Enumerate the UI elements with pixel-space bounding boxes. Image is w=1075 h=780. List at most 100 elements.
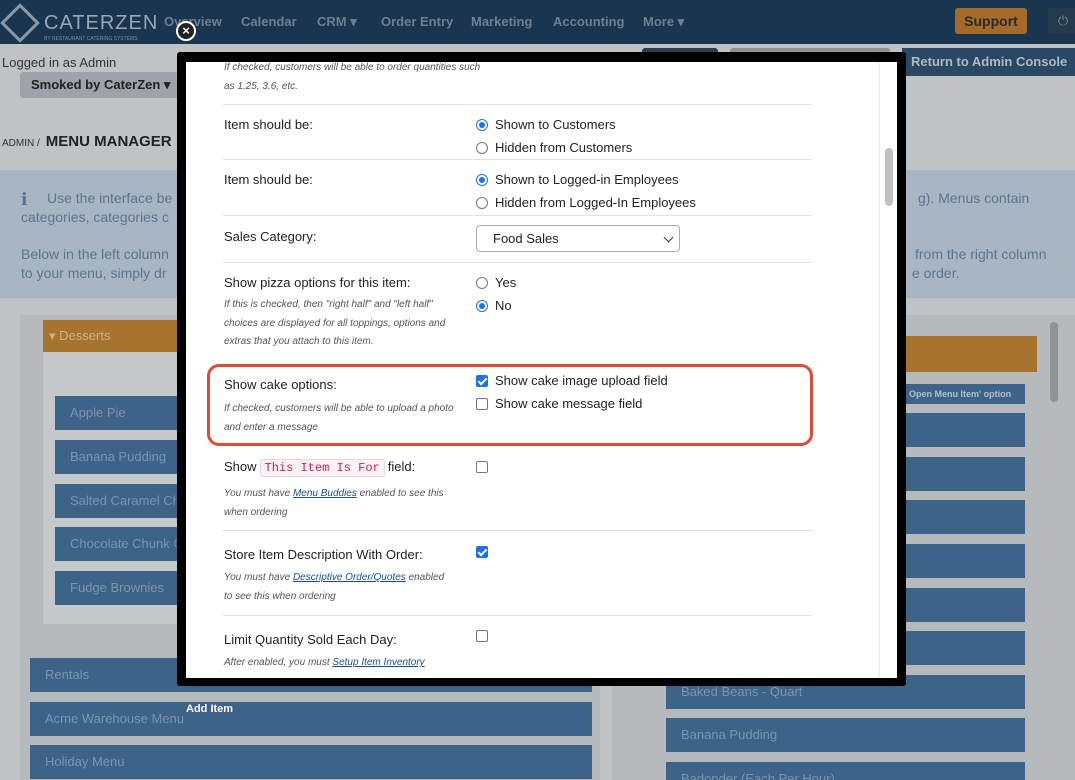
label-text: field: — [387, 459, 416, 474]
pizza-options-row: Show pizza options for this item: If thi… — [223, 263, 813, 357]
highlight-annotation — [207, 364, 813, 446]
field-label: Item should be: — [224, 117, 313, 132]
info-line: e order. — [912, 265, 960, 281]
hidden-from-customers-radio[interactable]: Hidden from Customers — [476, 140, 632, 155]
help-part: After enabled, you must — [224, 657, 330, 668]
item-row[interactable] — [905, 544, 1025, 578]
code-tag: This Item Is For — [259, 459, 385, 477]
label-text: Show — [224, 459, 257, 474]
info-line: to your menu, simply dr — [21, 265, 167, 281]
shown-to-customers-radio[interactable]: Shown to Customers — [476, 117, 616, 132]
checkbox-checked[interactable] — [476, 546, 488, 558]
limit-quantity-checkbox[interactable] — [476, 630, 495, 642]
field-label: Store Item Description With Order: — [224, 547, 423, 562]
logo-diamond-icon — [0, 3, 40, 43]
radio-selected[interactable] — [476, 118, 488, 131]
descriptive-order-link[interactable]: Descriptive Order/Quotes — [293, 572, 406, 583]
item-row[interactable] — [905, 588, 1025, 622]
logo-subtitle: BY RESTAURANT CATERING SYSTEMS — [44, 36, 138, 42]
field-label: Limit Quantity Sold Each Day: — [224, 632, 397, 647]
info-line: categories, categories c — [21, 209, 169, 225]
menu-item[interactable]: Fudge Brownies — [55, 571, 195, 605]
menu-item[interactable]: Banana Pudding — [55, 440, 195, 474]
radio-unselected[interactable] — [476, 141, 488, 154]
category-desserts[interactable]: ▾ Desserts — [43, 320, 193, 352]
return-admin-button[interactable]: Return to Admin Console — [902, 48, 1075, 76]
field-label: Item should be: — [224, 172, 313, 187]
breadcrumb-admin[interactable]: ADMIN / — [2, 138, 40, 149]
this-item-is-for-checkbox[interactable] — [476, 461, 495, 473]
help-part: You must have — [224, 572, 291, 583]
item-row[interactable] — [905, 500, 1025, 534]
brand-dropdown[interactable]: Smoked by CaterZen ▾ — [20, 72, 178, 98]
radio-label: Shown to Customers — [495, 117, 616, 132]
help-text: You must have Descriptive Order/Quotes e… — [224, 569, 454, 606]
checkbox-unchecked[interactable] — [476, 630, 488, 642]
nav-marketing[interactable]: Marketing — [471, 14, 532, 29]
help-part: You must have — [224, 488, 291, 499]
top-navbar: CATERZEN BY RESTAURANT CATERING SYSTEMS … — [0, 0, 1075, 44]
radio-label: Hidden from Logged-In Employees — [495, 195, 696, 210]
modal-title: Add Item — [186, 703, 234, 715]
power-icon[interactable]: ⏻ — [1048, 8, 1075, 34]
menu-item[interactable]: Salted Caramel Ch — [55, 484, 195, 518]
field-label: Show This Item Is For field: — [224, 459, 416, 477]
radio-unselected[interactable] — [476, 276, 488, 289]
nav-calendar[interactable]: Calendar — [241, 14, 297, 29]
radio-selected[interactable] — [476, 299, 488, 312]
radio-unselected[interactable] — [476, 196, 488, 209]
nav-more[interactable]: More ▾ — [643, 14, 684, 30]
shown-to-employees-radio[interactable]: Shown to Logged-in Employees — [476, 172, 679, 187]
customer-visibility-row: Item should be: Shown to Customers Hidde… — [223, 105, 813, 160]
nav-crm[interactable]: CRM ▾ — [317, 14, 357, 30]
hidden-from-employees-radio[interactable]: Hidden from Logged-In Employees — [476, 195, 696, 210]
checkbox-unchecked[interactable] — [476, 461, 488, 473]
info-icon: ℹ — [21, 190, 28, 209]
fractional-quantity-row: If checked, customers will be able to or… — [223, 62, 813, 105]
item-row[interactable] — [905, 413, 1025, 447]
radio-label: Yes — [495, 275, 517, 290]
menu-item[interactable]: Chocolate Chunk C — [55, 527, 195, 561]
menu-item[interactable]: Apple Pie — [55, 396, 195, 430]
select-value: Food Sales — [493, 231, 559, 246]
page-title: MENU MANAGER — [45, 133, 172, 150]
chevron-down-icon — [663, 232, 674, 243]
logged-in-text: Logged in as Admin — [2, 55, 117, 70]
menu-row[interactable]: Holiday Menu — [30, 745, 592, 779]
add-item-modal: If checked, customers will be able to or… — [186, 62, 897, 678]
radio-label: Hidden from Customers — [495, 140, 633, 155]
info-line: from the right column — [915, 246, 1047, 262]
help-text: You must have Menu Buddies enabled to se… — [224, 485, 454, 522]
open-menu-item-option[interactable]: Open Menu Item' option — [905, 384, 1025, 404]
field-label: Show pizza options for this item: — [224, 275, 411, 290]
sales-category-select[interactable]: Food Sales — [476, 225, 680, 252]
close-icon[interactable]: × — [176, 21, 196, 41]
nav-order-entry[interactable]: Order Entry — [381, 14, 453, 29]
pizza-no-radio[interactable]: No — [476, 298, 512, 313]
radio-selected[interactable] — [476, 173, 488, 186]
nav-accounting[interactable]: Accounting — [553, 14, 625, 29]
store-description-checkbox[interactable] — [476, 546, 495, 558]
info-line: Below in the left column — [21, 246, 169, 262]
items-header — [905, 336, 1037, 372]
field-label: Sales Category: — [224, 229, 317, 244]
item-row[interactable]: Badonder (Each Per Hour) — [666, 762, 1025, 780]
support-button[interactable]: Support — [955, 8, 1027, 34]
radio-label: No — [495, 298, 512, 313]
logo-text: CATERZEN — [44, 11, 159, 34]
item-row[interactable] — [905, 457, 1025, 491]
help-text: If this is checked, then "right half" an… — [224, 299, 446, 347]
limit-quantity-row: Limit Quantity Sold Each Day: After enab… — [223, 616, 813, 678]
logo[interactable]: CATERZEN BY RESTAURANT CATERING SYSTEMS — [0, 3, 159, 43]
menu-buddies-link[interactable]: Menu Buddies — [293, 488, 357, 499]
item-row[interactable] — [905, 631, 1025, 665]
panel-scrollbar[interactable] — [1050, 322, 1058, 402]
setup-inventory-link[interactable]: Setup Item Inventory — [332, 657, 424, 668]
pizza-yes-radio[interactable]: Yes — [476, 275, 516, 290]
menu-row[interactable]: Acme Warehouse Menu — [30, 702, 592, 736]
employee-visibility-row: Item should be: Shown to Logged-in Emplo… — [223, 160, 813, 216]
help-text: After enabled, you must Setup Item Inven… — [224, 654, 464, 673]
item-row[interactable]: Banana Pudding — [666, 718, 1025, 752]
modal-scrollbar-thumb[interactable] — [885, 148, 893, 206]
info-line: g). Menus contain — [918, 190, 1030, 206]
